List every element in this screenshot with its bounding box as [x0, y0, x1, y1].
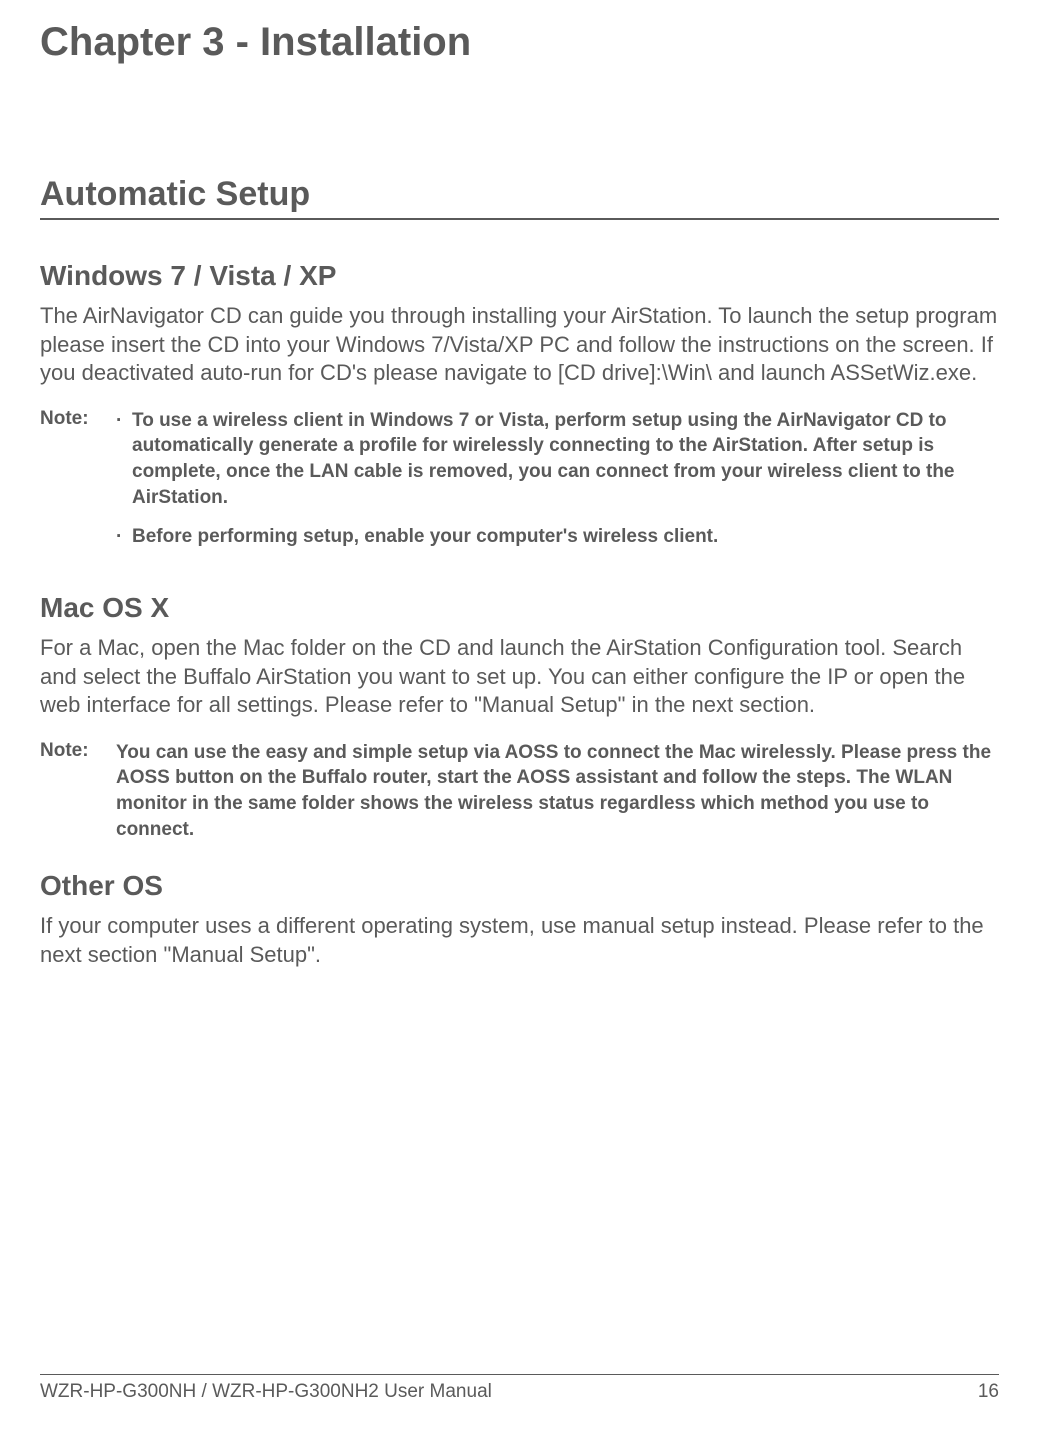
note-content: · To use a wireless client in Windows 7 … [116, 408, 999, 564]
mac-body: For a Mac, open the Mac folder on the CD… [40, 634, 999, 720]
section-title: Automatic Setup [40, 175, 999, 220]
windows-heading: Windows 7 / Vista / XP [40, 260, 999, 292]
mac-heading: Mac OS X [40, 592, 999, 624]
page-footer: WZR-HP-G300NH / WZR-HP-G300NH2 User Manu… [40, 1374, 999, 1403]
chapter-title: Chapter 3 - Installation [40, 20, 999, 65]
note-text: To use a wireless client in Windows 7 or… [132, 408, 999, 511]
mac-note-block: Note: You can use the easy and simple se… [40, 740, 999, 843]
bullet-icon: · [116, 408, 132, 511]
note-label: Note: [40, 408, 116, 564]
note-item: · To use a wireless client in Windows 7 … [116, 408, 999, 511]
page-number: 16 [978, 1381, 999, 1403]
windows-note-block: Note: · To use a wireless client in Wind… [40, 408, 999, 564]
other-body: If your computer uses a different operat… [40, 912, 999, 969]
other-heading: Other OS [40, 870, 999, 902]
footer-left: WZR-HP-G300NH / WZR-HP-G300NH2 User Manu… [40, 1381, 492, 1403]
bullet-icon: · [116, 524, 132, 550]
note-item: · Before performing setup, enable your c… [116, 524, 999, 550]
note-text: Before performing setup, enable your com… [132, 524, 999, 550]
windows-body: The AirNavigator CD can guide you throug… [40, 302, 999, 388]
note-label: Note: [40, 740, 116, 843]
note-content: You can use the easy and simple setup vi… [116, 740, 999, 843]
note-text: You can use the easy and simple setup vi… [116, 740, 999, 843]
